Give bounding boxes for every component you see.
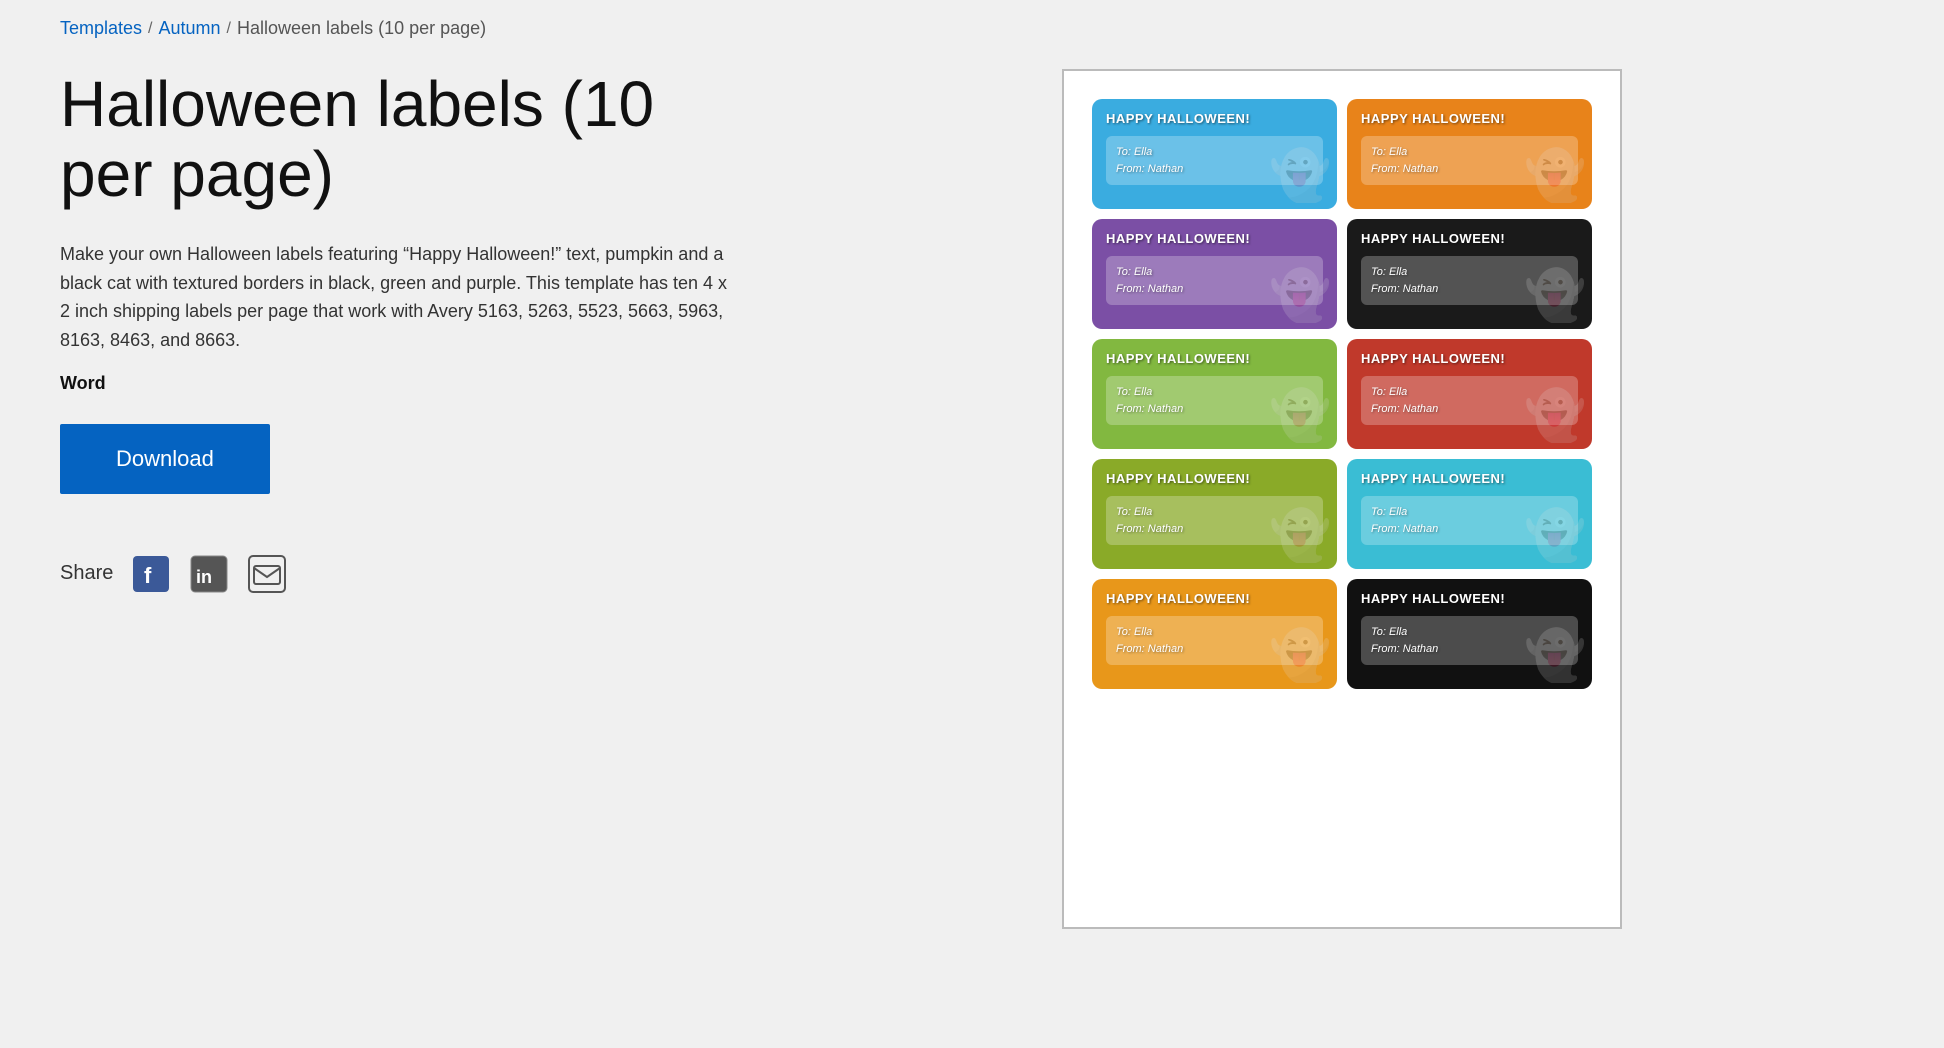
label-card: HAPPY HALLOWEEN! To: Ella From: Nathan bbox=[1092, 99, 1337, 209]
label-to: To: Ella bbox=[1116, 384, 1313, 401]
email-share-icon[interactable] bbox=[247, 554, 287, 594]
label-from: From: Nathan bbox=[1116, 401, 1313, 418]
breadcrumb-current: Halloween labels (10 per page) bbox=[237, 18, 486, 39]
share-label: Share bbox=[60, 562, 113, 585]
label-title: HAPPY HALLOWEEN! bbox=[1106, 111, 1323, 126]
breadcrumb-autumn-link[interactable]: Autumn bbox=[159, 18, 221, 39]
breadcrumb-templates-link[interactable]: Templates bbox=[60, 18, 142, 39]
label-to: To: Ella bbox=[1116, 264, 1313, 281]
share-row: Share f in bbox=[60, 554, 740, 594]
label-from: From: Nathan bbox=[1371, 641, 1568, 658]
label-from: From: Nathan bbox=[1116, 641, 1313, 658]
label-title: HAPPY HALLOWEEN! bbox=[1106, 351, 1323, 366]
label-from: From: Nathan bbox=[1371, 521, 1568, 538]
label-from: From: Nathan bbox=[1371, 161, 1568, 178]
label-card: HAPPY HALLOWEEN! To: Ella From: Nathan bbox=[1347, 219, 1592, 329]
breadcrumb-sep2: / bbox=[227, 20, 231, 38]
label-to: To: Ella bbox=[1371, 384, 1568, 401]
breadcrumb-sep1: / bbox=[148, 20, 152, 38]
label-card: HAPPY HALLOWEEN! To: Ella From: Nathan bbox=[1347, 99, 1592, 209]
label-to: To: Ella bbox=[1371, 504, 1568, 521]
label-card: HAPPY HALLOWEEN! To: Ella From: Nathan bbox=[1092, 219, 1337, 329]
svg-text:in: in bbox=[196, 567, 212, 587]
label-from: From: Nathan bbox=[1116, 281, 1313, 298]
label-title: HAPPY HALLOWEEN! bbox=[1361, 351, 1578, 366]
label-from: From: Nathan bbox=[1116, 521, 1313, 538]
svg-text:f: f bbox=[144, 563, 152, 588]
linkedin-share-icon[interactable]: in bbox=[189, 554, 229, 594]
label-card: HAPPY HALLOWEEN! To: Ella From: Nathan bbox=[1347, 579, 1592, 689]
label-card: HAPPY HALLOWEEN! To: Ella From: Nathan bbox=[1347, 459, 1592, 569]
label-from: From: Nathan bbox=[1371, 281, 1568, 298]
label-card: HAPPY HALLOWEEN! To: Ella From: Nathan bbox=[1347, 339, 1592, 449]
label-title: HAPPY HALLOWEEN! bbox=[1361, 231, 1578, 246]
label-from: From: Nathan bbox=[1371, 401, 1568, 418]
download-button[interactable]: Download bbox=[60, 424, 270, 494]
label-title: HAPPY HALLOWEEN! bbox=[1361, 471, 1578, 486]
label-card: HAPPY HALLOWEEN! To: Ella From: Nathan bbox=[1092, 459, 1337, 569]
label-card: HAPPY HALLOWEEN! To: Ella From: Nathan bbox=[1092, 579, 1337, 689]
label-card: HAPPY HALLOWEEN! To: Ella From: Nathan bbox=[1092, 339, 1337, 449]
label-to: To: Ella bbox=[1116, 624, 1313, 641]
file-type: Word bbox=[60, 373, 740, 394]
description: Make your own Halloween labels featuring… bbox=[60, 240, 740, 355]
label-to: To: Ella bbox=[1116, 144, 1313, 161]
label-from: From: Nathan bbox=[1116, 161, 1313, 178]
preview-panel: HAPPY HALLOWEEN! To: Ella From: Nathan H… bbox=[800, 69, 1884, 929]
preview-container: HAPPY HALLOWEEN! To: Ella From: Nathan H… bbox=[1062, 69, 1622, 929]
label-to: To: Ella bbox=[1371, 624, 1568, 641]
label-title: HAPPY HALLOWEEN! bbox=[1106, 231, 1323, 246]
label-title: HAPPY HALLOWEEN! bbox=[1361, 591, 1578, 606]
label-title: HAPPY HALLOWEEN! bbox=[1106, 471, 1323, 486]
breadcrumb: Templates / Autumn / Halloween labels (1… bbox=[60, 18, 1884, 39]
label-to: To: Ella bbox=[1371, 144, 1568, 161]
label-title: HAPPY HALLOWEEN! bbox=[1106, 591, 1323, 606]
page-title: Halloween labels (10 per page) bbox=[60, 69, 740, 210]
label-to: To: Ella bbox=[1116, 504, 1313, 521]
label-title: HAPPY HALLOWEEN! bbox=[1361, 111, 1578, 126]
label-to: To: Ella bbox=[1371, 264, 1568, 281]
labels-grid: HAPPY HALLOWEEN! To: Ella From: Nathan H… bbox=[1092, 99, 1592, 689]
facebook-share-icon[interactable]: f bbox=[131, 554, 171, 594]
